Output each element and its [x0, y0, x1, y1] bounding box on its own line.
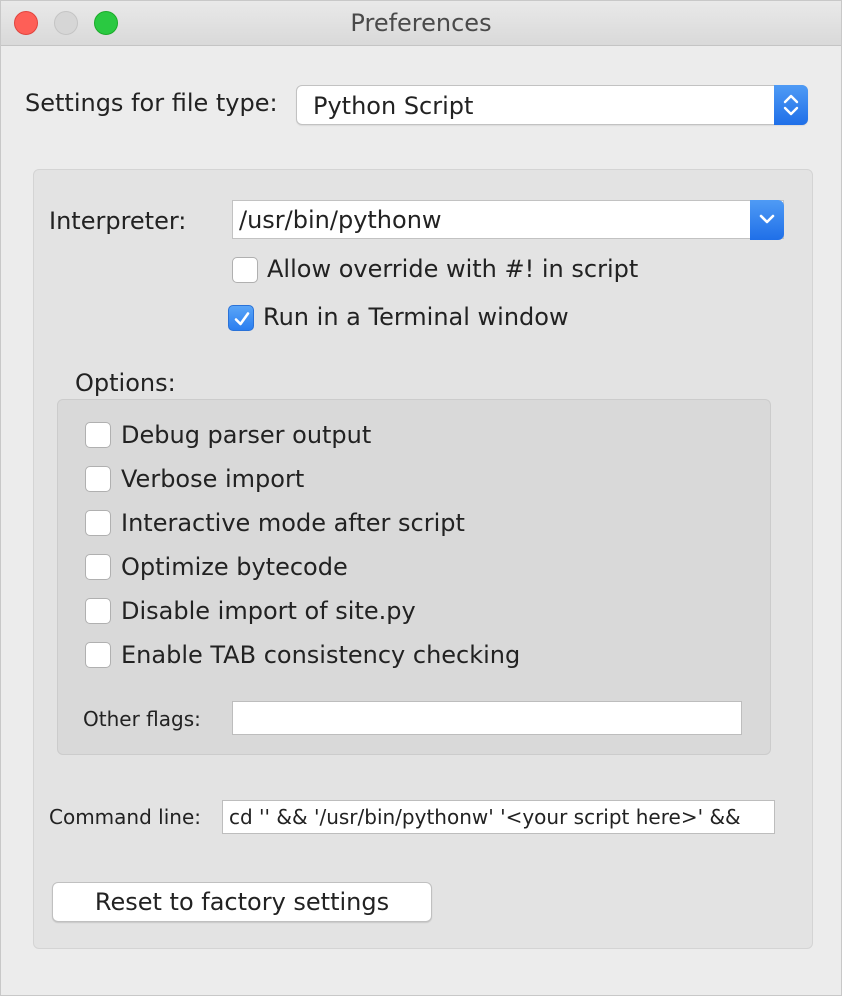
run-in-terminal-checkbox[interactable] [228, 305, 254, 331]
window-title: Preferences [350, 9, 492, 37]
other-flags-label: Other flags: [83, 707, 201, 731]
interpreter-label: Interpreter: [49, 207, 187, 235]
verbose-import-checkbox[interactable] [85, 466, 111, 492]
tab-consistency-checkbox[interactable] [85, 642, 111, 668]
command-line-label: Command line: [49, 805, 201, 829]
allow-override-checkbox[interactable] [232, 257, 258, 283]
other-flags-input[interactable] [232, 701, 742, 735]
options-label: Options: [75, 369, 176, 397]
debug-parser-checkbox[interactable] [85, 422, 111, 448]
disable-site-import-checkbox[interactable] [85, 598, 111, 624]
file-type-label: Settings for file type: [25, 89, 278, 117]
chevron-down-icon[interactable] [750, 200, 784, 240]
debug-parser-label: Debug parser output [121, 421, 372, 449]
updown-chevron-icon [774, 85, 808, 125]
title-bar[interactable]: Preferences [1, 1, 841, 46]
allow-override-label: Allow override with #! in script [267, 255, 639, 283]
run-in-terminal-label: Run in a Terminal window [263, 303, 569, 331]
interactive-mode-label: Interactive mode after script [121, 509, 465, 537]
command-line-field[interactable]: cd '' && '/usr/bin/pythonw' '<your scrip… [222, 800, 775, 834]
checkmark-icon [234, 312, 250, 326]
file-type-popup[interactable]: Python Script [296, 85, 808, 125]
tab-consistency-label: Enable TAB consistency checking [121, 641, 521, 669]
disable-site-import-label: Disable import of site.py [121, 597, 416, 625]
preferences-window: Preferences Settings for file type: Pyth… [0, 0, 842, 996]
verbose-import-label: Verbose import [121, 465, 305, 493]
interactive-mode-checkbox[interactable] [85, 510, 111, 536]
optimize-bytecode-label: Optimize bytecode [121, 553, 348, 581]
command-line-value: cd '' && '/usr/bin/pythonw' '<your scrip… [229, 805, 741, 829]
file-type-value: Python Script [313, 92, 474, 120]
interpreter-value: /usr/bin/pythonw [239, 206, 442, 234]
reset-factory-settings-button[interactable]: Reset to factory settings [52, 882, 432, 922]
optimize-bytecode-checkbox[interactable] [85, 554, 111, 580]
interpreter-combo[interactable]: /usr/bin/pythonw [232, 200, 784, 240]
